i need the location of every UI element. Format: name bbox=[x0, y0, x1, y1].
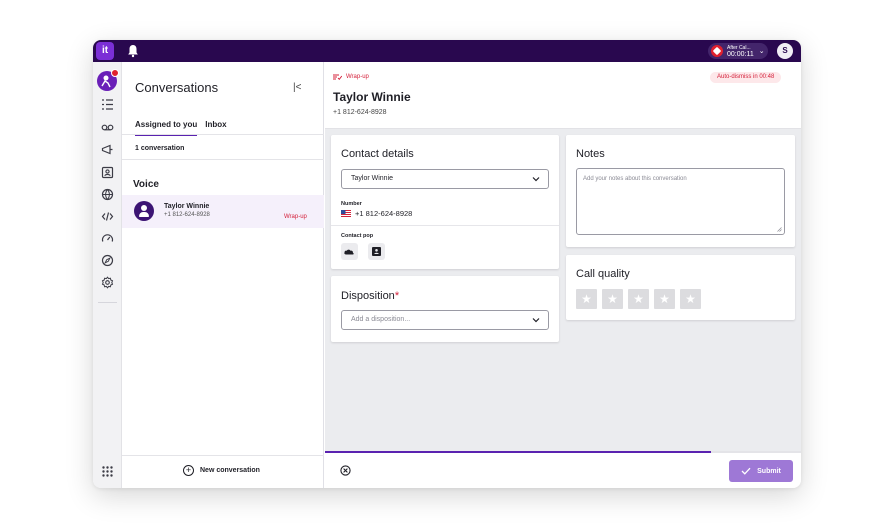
contact-details-title: Contact details bbox=[341, 148, 414, 160]
submit-button[interactable]: Submit bbox=[729, 460, 793, 482]
number-label: Number bbox=[341, 201, 362, 207]
required-marker: * bbox=[394, 290, 400, 302]
star-icon[interactable]: ★ bbox=[680, 289, 701, 309]
notes-title: Notes bbox=[576, 148, 605, 160]
contact-phone: +1 812-624-8928 bbox=[333, 109, 387, 116]
rail-divider bbox=[98, 302, 117, 303]
after-call-timer: 00:00:11 bbox=[727, 50, 754, 58]
us-flag-icon bbox=[341, 210, 351, 217]
agent-status-avatar[interactable] bbox=[97, 69, 119, 91]
star-icon[interactable]: ★ bbox=[602, 289, 623, 309]
contact-card-icon bbox=[372, 247, 381, 256]
settings-icon[interactable] bbox=[101, 276, 114, 289]
conversation-list-item[interactable]: Taylor Winnie +1 812-624-8928 Wrap-up bbox=[122, 195, 324, 228]
notes-textarea[interactable]: Add your notes about this conversation bbox=[576, 168, 785, 235]
close-circle-icon[interactable] bbox=[340, 465, 351, 476]
bell-icon[interactable] bbox=[127, 44, 139, 58]
progress-fill bbox=[325, 451, 711, 453]
contact-select[interactable]: Taylor Winnie bbox=[341, 169, 549, 189]
user-avatar[interactable]: S bbox=[777, 43, 793, 59]
conversation-count: 1 conversation bbox=[135, 145, 185, 152]
conversation-contact-name: Taylor Winnie bbox=[164, 203, 210, 210]
count-divider bbox=[122, 159, 324, 160]
notes-placeholder: Add your notes about this conversation bbox=[583, 176, 687, 182]
resize-grip-icon[interactable] bbox=[777, 227, 782, 232]
status-tag-label: Wrap-up bbox=[346, 74, 369, 80]
call-quality-card: Call quality ★ ★ ★ ★ ★ bbox=[566, 255, 795, 320]
nav-rail bbox=[93, 62, 122, 488]
speedometer-icon[interactable] bbox=[101, 232, 114, 245]
star-icon[interactable]: ★ bbox=[654, 289, 675, 309]
status-tag: Wrap-up bbox=[333, 74, 369, 80]
plus-circle-icon: + bbox=[183, 465, 194, 476]
card-divider bbox=[331, 225, 559, 226]
contact-pop-label: Contact pop bbox=[341, 233, 374, 239]
list-icon[interactable] bbox=[101, 98, 114, 111]
conversation-status: Wrap-up bbox=[284, 214, 307, 220]
wrap-up-icon bbox=[333, 74, 342, 80]
panel-footer-divider bbox=[122, 455, 324, 456]
cloud-icon bbox=[344, 249, 354, 255]
chevron-down-icon: ⌄ bbox=[758, 48, 765, 55]
contact-avatar-icon bbox=[134, 201, 154, 221]
star-icon[interactable]: ★ bbox=[576, 289, 597, 309]
detail-header: Wrap-up Auto-dismiss in 00:48 Taylor Win… bbox=[325, 62, 801, 129]
disposition-card: Disposition* Add a disposition... bbox=[331, 276, 559, 342]
new-conversation-label: New conversation bbox=[200, 467, 260, 474]
compass-icon[interactable] bbox=[101, 254, 114, 267]
globe-icon[interactable] bbox=[101, 188, 114, 201]
collapse-panel-icon[interactable]: |< bbox=[293, 82, 301, 93]
apps-grid-icon[interactable] bbox=[101, 465, 114, 478]
conversations-title: Conversations bbox=[135, 80, 219, 95]
salesforce-pop-button[interactable] bbox=[341, 243, 358, 260]
contacts-icon[interactable] bbox=[101, 166, 114, 179]
chevron-down-icon bbox=[532, 177, 540, 182]
new-conversation-button[interactable]: + New conversation bbox=[183, 465, 260, 476]
section-label-voice: Voice bbox=[133, 179, 159, 190]
after-call-status-button[interactable]: After Cal... 00:00:11 ⌄ bbox=[708, 43, 768, 59]
voicemail-icon[interactable] bbox=[101, 121, 114, 134]
contact-name: Taylor Winnie bbox=[333, 90, 411, 104]
after-call-status-icon bbox=[711, 45, 723, 57]
top-bar: it After Cal... 00:00:11 ⌄ S bbox=[93, 40, 801, 62]
call-quality-title: Call quality bbox=[576, 268, 630, 280]
action-bar: Submit bbox=[325, 451, 801, 488]
app-window: it After Cal... 00:00:11 ⌄ S Conversatio… bbox=[93, 40, 801, 488]
conversations-panel: Conversations |< Assigned to you Inbox 1… bbox=[122, 62, 324, 488]
disposition-title: Disposition* bbox=[341, 290, 399, 302]
notification-badge bbox=[111, 69, 119, 77]
star-icon[interactable]: ★ bbox=[628, 289, 649, 309]
check-icon bbox=[741, 467, 751, 475]
contact-details-card: Contact details Taylor Winnie Number +1 … bbox=[331, 135, 559, 269]
notes-card: Notes Add your notes about this conversa… bbox=[566, 135, 795, 247]
after-call-label: After Cal... bbox=[727, 44, 751, 51]
chevron-down-icon bbox=[532, 318, 540, 323]
campaign-icon[interactable] bbox=[101, 143, 114, 156]
call-quality-rating: ★ ★ ★ ★ ★ bbox=[576, 289, 706, 309]
contact-select-value: Taylor Winnie bbox=[351, 175, 394, 182]
number-value: +1 812-624-8928 bbox=[355, 209, 413, 218]
auto-dismiss-progress bbox=[325, 451, 801, 453]
conversation-contact-phone: +1 812-624-8928 bbox=[164, 212, 210, 218]
conversation-detail: Wrap-up Auto-dismiss in 00:48 Taylor Win… bbox=[325, 62, 801, 488]
code-icon[interactable] bbox=[101, 210, 114, 223]
disposition-select[interactable]: Add a disposition... bbox=[341, 310, 549, 330]
contact-card-pop-button[interactable] bbox=[368, 243, 385, 260]
app-logo: it bbox=[96, 42, 114, 60]
disposition-placeholder: Add a disposition... bbox=[351, 316, 411, 323]
auto-dismiss-badge: Auto-dismiss in 00:48 bbox=[710, 72, 782, 83]
disposition-title-text: Disposition bbox=[341, 290, 395, 302]
submit-label: Submit bbox=[757, 467, 781, 475]
tabs-divider bbox=[122, 134, 324, 135]
